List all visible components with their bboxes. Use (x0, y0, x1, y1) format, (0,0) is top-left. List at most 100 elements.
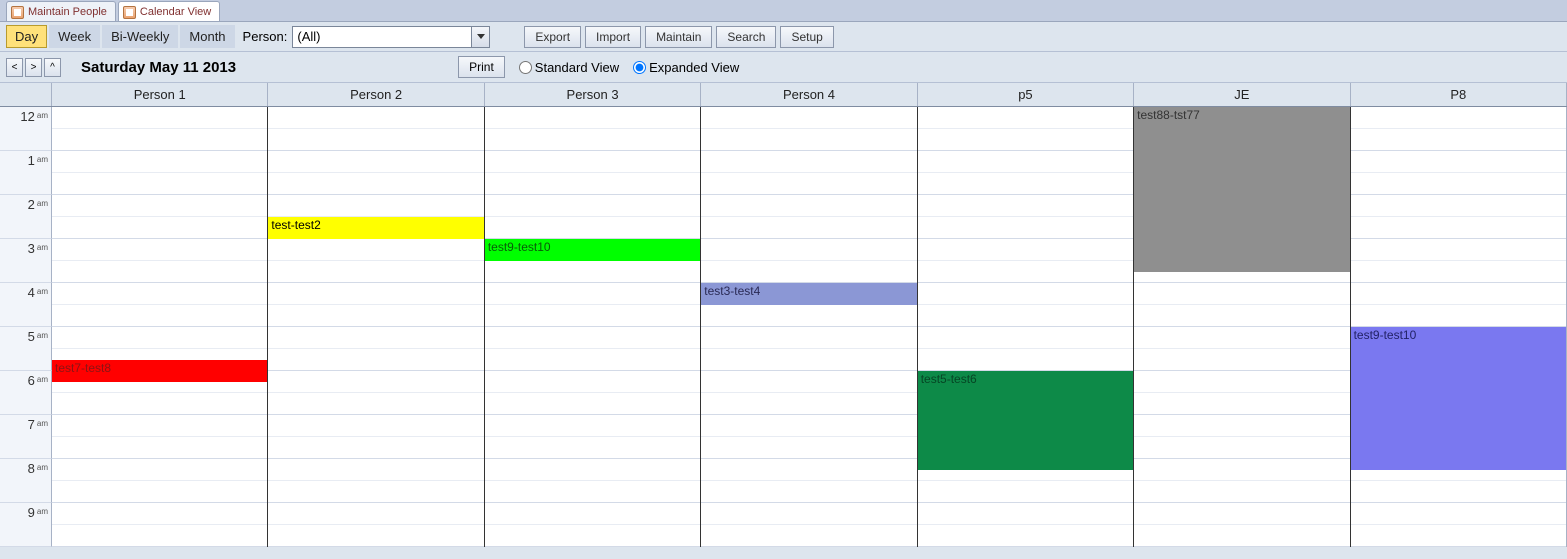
view-month-button[interactable]: Month (180, 25, 234, 48)
expanded-view-radio-input[interactable] (633, 61, 646, 74)
calendar-event[interactable]: test-test2 (268, 217, 483, 239)
time-slot[interactable] (701, 327, 916, 349)
time-slot[interactable] (268, 349, 483, 371)
print-button[interactable]: Print (458, 56, 505, 78)
time-slot[interactable] (701, 261, 916, 283)
time-slot[interactable] (1351, 239, 1566, 261)
time-slot[interactable] (268, 459, 483, 481)
time-slot[interactable] (52, 195, 267, 217)
calendar-event[interactable]: test88-tst77 (1134, 107, 1349, 272)
time-slot[interactable] (485, 437, 700, 459)
time-slot[interactable] (1351, 305, 1566, 327)
time-slot[interactable] (52, 151, 267, 173)
time-slot[interactable] (268, 129, 483, 151)
time-slot[interactable] (701, 151, 916, 173)
time-slot[interactable] (52, 525, 267, 547)
day-column[interactable]: test7-test8 (52, 107, 268, 547)
time-slot[interactable] (485, 283, 700, 305)
time-slot[interactable] (268, 503, 483, 525)
time-slot[interactable] (1351, 261, 1566, 283)
time-slot[interactable] (52, 261, 267, 283)
person-input[interactable] (292, 26, 472, 48)
time-slot[interactable] (1351, 481, 1566, 503)
time-slot[interactable] (701, 129, 916, 151)
time-slot[interactable] (52, 217, 267, 239)
day-column[interactable]: test9-test10 (1351, 107, 1567, 547)
time-slot[interactable] (485, 525, 700, 547)
expanded-view-radio[interactable]: Expanded View (633, 60, 739, 75)
calendar-event[interactable]: test9-test10 (1351, 327, 1566, 470)
day-column[interactable]: test3-test4 (701, 107, 917, 547)
time-slot[interactable] (701, 415, 916, 437)
time-slot[interactable] (1134, 283, 1349, 305)
time-slot[interactable] (1134, 481, 1349, 503)
time-slot[interactable] (918, 107, 1133, 129)
time-slot[interactable] (701, 239, 916, 261)
time-slot[interactable] (918, 327, 1133, 349)
time-slot[interactable] (52, 327, 267, 349)
setup-button[interactable]: Setup (780, 26, 833, 48)
time-slot[interactable] (268, 195, 483, 217)
calendar-event[interactable]: test7-test8 (52, 360, 267, 382)
time-slot[interactable] (918, 173, 1133, 195)
day-column[interactable]: test5-test6 (918, 107, 1134, 547)
calendar-event[interactable]: test5-test6 (918, 371, 1133, 470)
time-slot[interactable] (268, 151, 483, 173)
time-slot[interactable] (918, 503, 1133, 525)
time-slot[interactable] (1134, 503, 1349, 525)
time-slot[interactable] (52, 415, 267, 437)
time-slot[interactable] (485, 393, 700, 415)
tab-maintain-people[interactable]: Maintain People (6, 1, 116, 21)
time-slot[interactable] (268, 525, 483, 547)
time-slot[interactable] (701, 173, 916, 195)
time-slot[interactable] (918, 129, 1133, 151)
time-slot[interactable] (1351, 173, 1566, 195)
time-slot[interactable] (485, 129, 700, 151)
up-button[interactable]: ^ (44, 58, 61, 77)
standard-view-radio[interactable]: Standard View (519, 60, 619, 75)
view-week-button[interactable]: Week (49, 25, 100, 48)
time-slot[interactable] (485, 415, 700, 437)
time-slot[interactable] (1351, 503, 1566, 525)
time-slot[interactable] (701, 437, 916, 459)
time-slot[interactable] (701, 503, 916, 525)
time-slot[interactable] (918, 283, 1133, 305)
time-slot[interactable] (268, 107, 483, 129)
time-slot[interactable] (1134, 459, 1349, 481)
import-button[interactable]: Import (585, 26, 641, 48)
time-slot[interactable] (701, 371, 916, 393)
time-slot[interactable] (701, 305, 916, 327)
calendar-event[interactable]: test3-test4 (701, 283, 916, 305)
time-slot[interactable] (485, 481, 700, 503)
export-button[interactable]: Export (524, 26, 581, 48)
time-slot[interactable] (701, 217, 916, 239)
time-slot[interactable] (485, 503, 700, 525)
time-slot[interactable] (485, 107, 700, 129)
time-slot[interactable] (52, 239, 267, 261)
time-slot[interactable] (1351, 283, 1566, 305)
day-column[interactable]: test9-test10 (485, 107, 701, 547)
time-slot[interactable] (485, 305, 700, 327)
time-slot[interactable] (1351, 129, 1566, 151)
time-slot[interactable] (701, 481, 916, 503)
time-slot[interactable] (1134, 349, 1349, 371)
time-slot[interactable] (1134, 305, 1349, 327)
time-slot[interactable] (918, 481, 1133, 503)
time-slot[interactable] (52, 173, 267, 195)
time-slot[interactable] (52, 393, 267, 415)
time-slot[interactable] (1351, 195, 1566, 217)
time-slot[interactable] (268, 437, 483, 459)
time-slot[interactable] (918, 217, 1133, 239)
time-slot[interactable] (485, 151, 700, 173)
next-button[interactable]: > (25, 58, 42, 77)
time-slot[interactable] (701, 349, 916, 371)
time-slot[interactable] (1134, 327, 1349, 349)
time-slot[interactable] (1134, 525, 1349, 547)
time-slot[interactable] (1351, 107, 1566, 129)
time-slot[interactable] (701, 525, 916, 547)
time-slot[interactable] (52, 305, 267, 327)
time-slot[interactable] (701, 195, 916, 217)
time-slot[interactable] (268, 173, 483, 195)
time-slot[interactable] (268, 239, 483, 261)
time-slot[interactable] (1351, 217, 1566, 239)
